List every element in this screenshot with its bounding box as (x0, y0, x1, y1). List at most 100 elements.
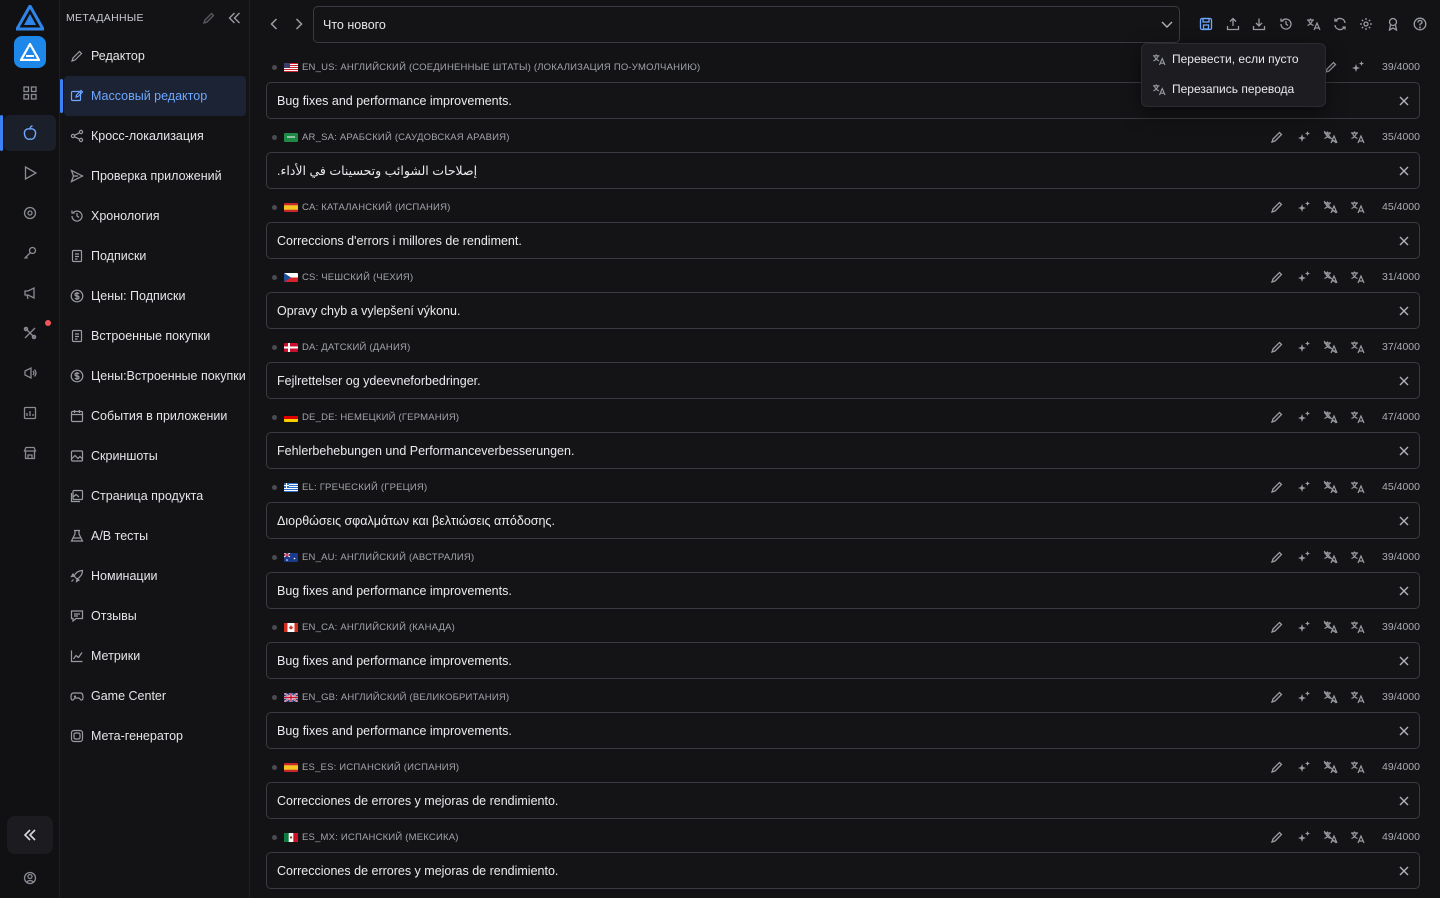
app-icon[interactable] (14, 36, 46, 68)
edit-icon[interactable] (1263, 547, 1290, 567)
translate-icon[interactable] (1344, 687, 1371, 707)
megaphone-icon[interactable] (0, 273, 60, 313)
ai-sparkle-icon[interactable] (1290, 337, 1317, 357)
sidebar-item[interactable]: Хронология (60, 196, 250, 236)
history-icon[interactable] (1276, 14, 1296, 34)
ai-sparkle-icon[interactable] (1290, 547, 1317, 567)
account-icon[interactable] (0, 860, 60, 896)
sidebar-item[interactable]: Номинации (60, 556, 250, 596)
locale-text-field[interactable]: Fejlrettelser og ydeevneforbedringer. (266, 362, 1420, 399)
translate-icon[interactable] (1344, 547, 1371, 567)
apps-grid-icon[interactable] (0, 73, 60, 113)
ai-sparkle-icon[interactable] (1290, 407, 1317, 427)
edit-icon[interactable] (1263, 757, 1290, 777)
clear-icon[interactable] (1395, 792, 1413, 810)
locale-text-field[interactable]: Bug fixes and performance improvements. (266, 642, 1420, 679)
sidebar-item[interactable]: Мета-генератор (60, 716, 250, 756)
edit-icon[interactable] (1263, 407, 1290, 427)
clear-translation-icon[interactable] (1317, 547, 1344, 567)
ai-sparkle-icon[interactable] (1290, 127, 1317, 147)
broadcast-icon[interactable] (0, 353, 60, 393)
translate-icon[interactable] (1344, 757, 1371, 777)
sidebar-item[interactable]: Скриншоты (60, 436, 250, 476)
sidebar-item[interactable]: Метрики (60, 636, 250, 676)
sidebar-item[interactable]: A/B тесты (60, 516, 250, 556)
translate-icon[interactable] (1344, 197, 1371, 217)
locale-text-field[interactable]: Bug fixes and performance improvements. (266, 712, 1420, 749)
translate-icon[interactable] (1344, 127, 1371, 147)
edit-icon[interactable] (1263, 617, 1290, 637)
settings-gear-icon[interactable] (1356, 14, 1376, 34)
ai-sparkle-icon[interactable] (1290, 617, 1317, 637)
clear-translation-icon[interactable] (1317, 687, 1344, 707)
award-icon[interactable] (1383, 14, 1403, 34)
clear-icon[interactable] (1395, 92, 1413, 110)
edit-icon[interactable] (1263, 687, 1290, 707)
ai-sparkle-icon[interactable] (1290, 477, 1317, 497)
field-select[interactable]: Что нового (313, 6, 1180, 43)
sidebar-item[interactable]: Встроенные покупки (60, 316, 250, 356)
edit-icon[interactable] (1263, 477, 1290, 497)
edit-icon[interactable] (1263, 127, 1290, 147)
locale-text-field[interactable]: إصلاحات الشوائب وتحسينات في الأداء. (266, 152, 1420, 189)
clear-icon[interactable] (1395, 862, 1413, 880)
collapse-rail-button[interactable] (7, 816, 53, 854)
ai-sparkle-icon[interactable] (1290, 197, 1317, 217)
apple-store-icon[interactable] (0, 115, 56, 151)
clear-icon[interactable] (1395, 162, 1413, 180)
clear-icon[interactable] (1395, 232, 1413, 250)
translate-icon[interactable] (1344, 337, 1371, 357)
sidebar-item[interactable]: Кросс-локализация (60, 116, 250, 156)
store-icon[interactable] (0, 433, 60, 473)
clear-icon[interactable] (1395, 442, 1413, 460)
sidebar-item[interactable]: Страница продукта (60, 476, 250, 516)
clear-translation-icon[interactable] (1317, 337, 1344, 357)
ai-sparkle-icon[interactable] (1290, 267, 1317, 287)
translate-icon[interactable] (1344, 407, 1371, 427)
ai-sparkle-icon[interactable] (1344, 57, 1371, 77)
sidebar-item[interactable]: Массовый редактор (60, 76, 246, 116)
locale-text-field[interactable]: Opravy chyb a vylepšení výkonu. (266, 292, 1420, 329)
locale-text-field[interactable]: Correccions d'errors i millores de rendi… (266, 222, 1420, 259)
sidebar-item[interactable]: Game Center (60, 676, 250, 716)
sidebar-item[interactable]: События в приложении (60, 396, 250, 436)
clear-icon[interactable] (1395, 652, 1413, 670)
translate-icon[interactable] (1344, 617, 1371, 637)
download-icon[interactable] (1249, 14, 1269, 34)
edit-icon[interactable] (1263, 827, 1290, 847)
clear-icon[interactable] (1395, 302, 1413, 320)
sidebar-item[interactable]: Проверка приложений (60, 156, 250, 196)
clear-translation-icon[interactable] (1317, 267, 1344, 287)
locale-text-field[interactable]: Correcciones de errores y mejoras de ren… (266, 852, 1420, 889)
analytics-icon[interactable] (0, 393, 60, 433)
clear-icon[interactable] (1395, 512, 1413, 530)
sidebar-item[interactable]: Редактор (60, 36, 250, 76)
forward-arrow-icon[interactable] (288, 12, 310, 36)
clear-icon[interactable] (1395, 582, 1413, 600)
ai-sparkle-icon[interactable] (1290, 757, 1317, 777)
clear-translation-icon[interactable] (1317, 617, 1344, 637)
save-icon[interactable] (1196, 14, 1216, 34)
collapse-menu-icon[interactable] (221, 5, 247, 31)
upload-icon[interactable] (1223, 14, 1243, 34)
target-icon[interactable] (0, 193, 60, 233)
edit-icon[interactable] (1263, 197, 1290, 217)
locale-text-field[interactable]: Διορθώσεις σφαλμάτων και βελτιώσεις απόδ… (266, 502, 1420, 539)
clear-translation-icon[interactable] (1317, 407, 1344, 427)
sidebar-item[interactable]: Цены: Подписки (60, 276, 250, 316)
edit-icon[interactable] (1263, 267, 1290, 287)
clear-translation-icon[interactable] (1317, 197, 1344, 217)
google-play-icon[interactable] (0, 153, 60, 193)
translate-icon[interactable] (1344, 477, 1371, 497)
sidebar-item[interactable]: Отзывы (60, 596, 250, 636)
sidebar-item[interactable]: Подписки (60, 236, 250, 276)
tools-icon[interactable] (0, 313, 60, 353)
back-arrow-icon[interactable] (263, 12, 285, 36)
dropdown-item-translate-if-empty[interactable]: Перевести, если пусто (1142, 44, 1325, 74)
locale-text-field[interactable]: Correcciones de errores y mejoras de ren… (266, 782, 1420, 819)
clear-translation-icon[interactable] (1317, 827, 1344, 847)
key-icon[interactable] (0, 233, 60, 273)
edit-icon[interactable] (1263, 337, 1290, 357)
help-icon[interactable] (1410, 14, 1430, 34)
translate-icon[interactable] (1344, 827, 1371, 847)
